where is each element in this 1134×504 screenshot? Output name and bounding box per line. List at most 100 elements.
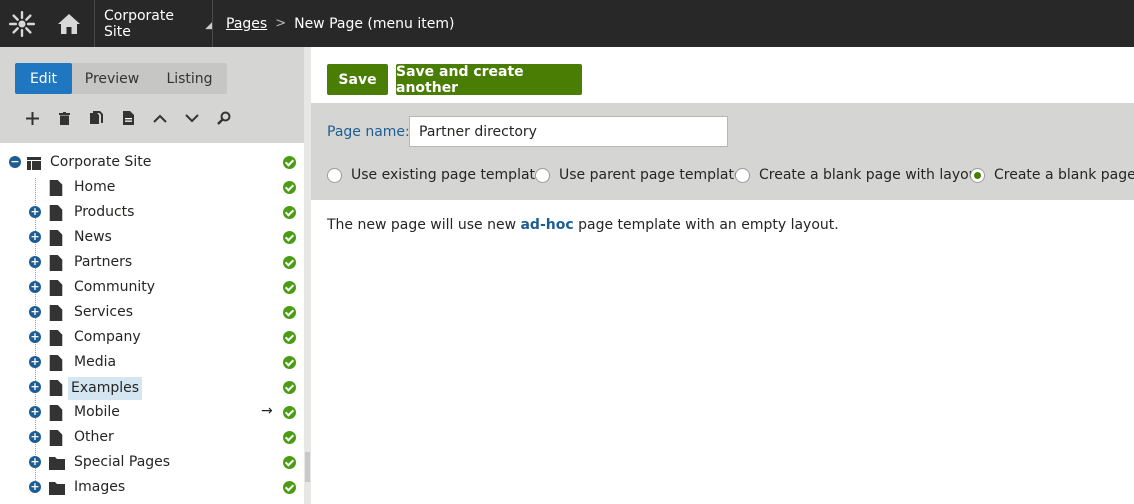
site-selector[interactable]: Corporate Site ◢ bbox=[95, 0, 213, 47]
page-icon bbox=[49, 330, 63, 346]
page-icon bbox=[49, 355, 63, 371]
tree-node-label: Products bbox=[74, 204, 135, 220]
published-check-icon bbox=[283, 306, 296, 319]
tree-toolbar bbox=[16, 107, 240, 129]
add-icon[interactable] bbox=[16, 107, 48, 129]
expand-icon[interactable]: + bbox=[29, 481, 41, 493]
tree-node-label-selected: Examples bbox=[68, 377, 143, 400]
move-up-icon[interactable] bbox=[144, 107, 176, 129]
page-settings-form: Page name: Use existing page template Us… bbox=[311, 103, 1134, 200]
tree-node-media[interactable]: + Media bbox=[0, 350, 304, 375]
panel-splitter[interactable] bbox=[304, 47, 311, 504]
home-icon[interactable] bbox=[43, 0, 95, 47]
radio-button-icon[interactable] bbox=[327, 167, 342, 183]
radio-button-icon[interactable] bbox=[535, 167, 550, 183]
breadcrumb-separator: > bbox=[275, 16, 287, 31]
page-icon bbox=[49, 405, 63, 421]
search-icon[interactable] bbox=[208, 107, 240, 129]
expand-icon[interactable]: + bbox=[29, 431, 41, 443]
tab-preview[interactable]: Preview bbox=[72, 63, 152, 94]
expand-icon[interactable]: + bbox=[29, 206, 41, 218]
top-header: Corporate Site ◢ Pages > New Page (menu … bbox=[0, 0, 1134, 47]
info-prefix: The new page will use new bbox=[327, 217, 521, 233]
page-icon bbox=[49, 380, 63, 396]
tree-panel-header: Edit Preview Listing bbox=[0, 47, 304, 143]
move-down-icon[interactable] bbox=[176, 107, 208, 129]
tree-root-node[interactable]: − Corporate Site bbox=[0, 150, 304, 175]
expand-icon[interactable]: + bbox=[29, 306, 41, 318]
tree-node-special-pages[interactable]: + Special Pages bbox=[0, 450, 304, 475]
published-check-icon bbox=[283, 181, 296, 194]
tree-node-label: Services bbox=[74, 304, 134, 320]
expand-icon[interactable]: + bbox=[29, 281, 41, 293]
tab-edit[interactable]: Edit bbox=[15, 63, 72, 94]
tree-node-examples[interactable]: + Examples bbox=[0, 375, 304, 400]
radio-use-existing-template[interactable]: Use existing page template bbox=[327, 165, 544, 185]
page-name-input[interactable] bbox=[409, 116, 728, 147]
breadcrumb-pages-link[interactable]: Pages bbox=[226, 16, 267, 32]
expand-icon[interactable]: + bbox=[29, 231, 41, 243]
radio-label: Create a blank page bbox=[994, 167, 1134, 183]
tree-node-label: Mobile bbox=[74, 404, 120, 420]
radio-blank-page-with-layout[interactable]: Create a blank page with layout bbox=[735, 165, 983, 185]
folder-icon bbox=[49, 457, 65, 470]
tree-node-images[interactable]: + Images bbox=[0, 475, 304, 500]
expand-icon[interactable]: + bbox=[29, 256, 41, 268]
expand-icon[interactable]: + bbox=[29, 381, 41, 393]
expand-icon[interactable]: + bbox=[29, 456, 41, 468]
tree-node-label: Corporate Site bbox=[50, 154, 152, 170]
splitter-grip[interactable] bbox=[305, 452, 310, 482]
caret-down-icon: ◢ bbox=[205, 21, 212, 31]
site-icon bbox=[27, 157, 41, 170]
published-check-icon bbox=[283, 331, 296, 344]
info-suffix: page template with an empty layout. bbox=[573, 217, 839, 233]
save-button[interactable]: Save bbox=[327, 64, 388, 95]
expand-icon[interactable]: + bbox=[29, 331, 41, 343]
tree-node-label: Company bbox=[74, 329, 141, 345]
published-check-icon bbox=[283, 406, 296, 419]
tree-node-services[interactable]: + Services bbox=[0, 300, 304, 325]
action-bar: Save Save and create another bbox=[311, 47, 1134, 103]
radio-blank-page[interactable]: Create a blank page bbox=[970, 165, 1134, 185]
site-selector-label: Corporate Site bbox=[104, 7, 174, 40]
published-check-icon bbox=[283, 356, 296, 369]
tab-listing[interactable]: Listing bbox=[152, 63, 227, 94]
tree-node-mobile[interactable]: + Mobile → bbox=[0, 400, 304, 425]
expand-icon[interactable]: + bbox=[29, 406, 41, 418]
tree-node-home[interactable]: Home bbox=[0, 175, 304, 200]
radio-button-icon[interactable] bbox=[735, 167, 750, 183]
page-icon bbox=[49, 305, 63, 321]
kentico-logo-icon[interactable] bbox=[0, 0, 43, 47]
tree-node-label: Media bbox=[74, 354, 117, 370]
published-check-icon bbox=[283, 206, 296, 219]
tree-node-label: Images bbox=[74, 479, 126, 495]
document-icon[interactable] bbox=[112, 107, 144, 129]
tree-node-partners[interactable]: + Partners bbox=[0, 250, 304, 275]
tree-node-company[interactable]: + Company bbox=[0, 325, 304, 350]
published-check-icon bbox=[283, 231, 296, 244]
mode-tabs: Edit Preview Listing bbox=[15, 63, 227, 94]
copy-icon[interactable] bbox=[80, 107, 112, 129]
page-name-label: Page name: bbox=[327, 124, 410, 140]
radio-button-selected-icon[interactable] bbox=[970, 167, 985, 183]
tree-node-community[interactable]: + Community bbox=[0, 275, 304, 300]
radio-label: Use existing page template bbox=[351, 167, 544, 183]
tree-node-products[interactable]: + Products bbox=[0, 200, 304, 225]
collapse-icon[interactable]: − bbox=[9, 156, 21, 168]
published-check-icon bbox=[283, 156, 296, 169]
expand-icon[interactable]: + bbox=[29, 356, 41, 368]
save-and-create-another-button[interactable]: Save and create another bbox=[396, 64, 582, 96]
delete-icon[interactable] bbox=[48, 107, 80, 129]
tree-node-label: Home bbox=[74, 179, 116, 195]
content-tree-panel: Edit Preview Listing − Corporate Site Ho… bbox=[0, 47, 304, 504]
radio-use-parent-template[interactable]: Use parent page template bbox=[535, 165, 743, 185]
published-check-icon bbox=[283, 431, 296, 444]
tree-node-news[interactable]: + News bbox=[0, 225, 304, 250]
tree-node-other[interactable]: + Other bbox=[0, 425, 304, 450]
published-check-icon bbox=[283, 281, 296, 294]
page-icon bbox=[49, 205, 63, 221]
published-check-icon bbox=[283, 381, 296, 394]
radio-label: Create a blank page with layout bbox=[759, 167, 984, 183]
folder-icon bbox=[49, 482, 65, 495]
template-info-text: The new page will use new ad-hoc page te… bbox=[327, 217, 839, 233]
